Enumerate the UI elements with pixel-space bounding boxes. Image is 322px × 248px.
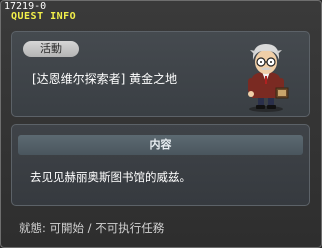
quest-status-badge: 活動 (23, 41, 79, 57)
content-header: 内容 (18, 135, 303, 155)
quest-summary-panel: 活動 [达恩维尔探索者] 黄金之地 (11, 31, 310, 117)
quest-content-panel: 内容 去见见赫丽奥斯图书馆的威兹。 (11, 124, 310, 206)
quest-description: 去见见赫丽奥斯图书馆的威兹。 (30, 170, 191, 184)
scholar-npc-icon (248, 44, 289, 112)
quest-info-window: 17219-0 QUEST INFO 活動 [达恩维尔探索者] 黄金之地 内容 … (0, 0, 322, 248)
quest-name: [达恩维尔探索者] 黄金之地 (32, 72, 178, 86)
quest-status-line: 就態: 可開始 / 不可执行任務 (19, 221, 165, 235)
title-bar[interactable]: 17219-0 QUEST INFO (1, 1, 321, 27)
window-title: QUEST INFO (11, 11, 77, 22)
